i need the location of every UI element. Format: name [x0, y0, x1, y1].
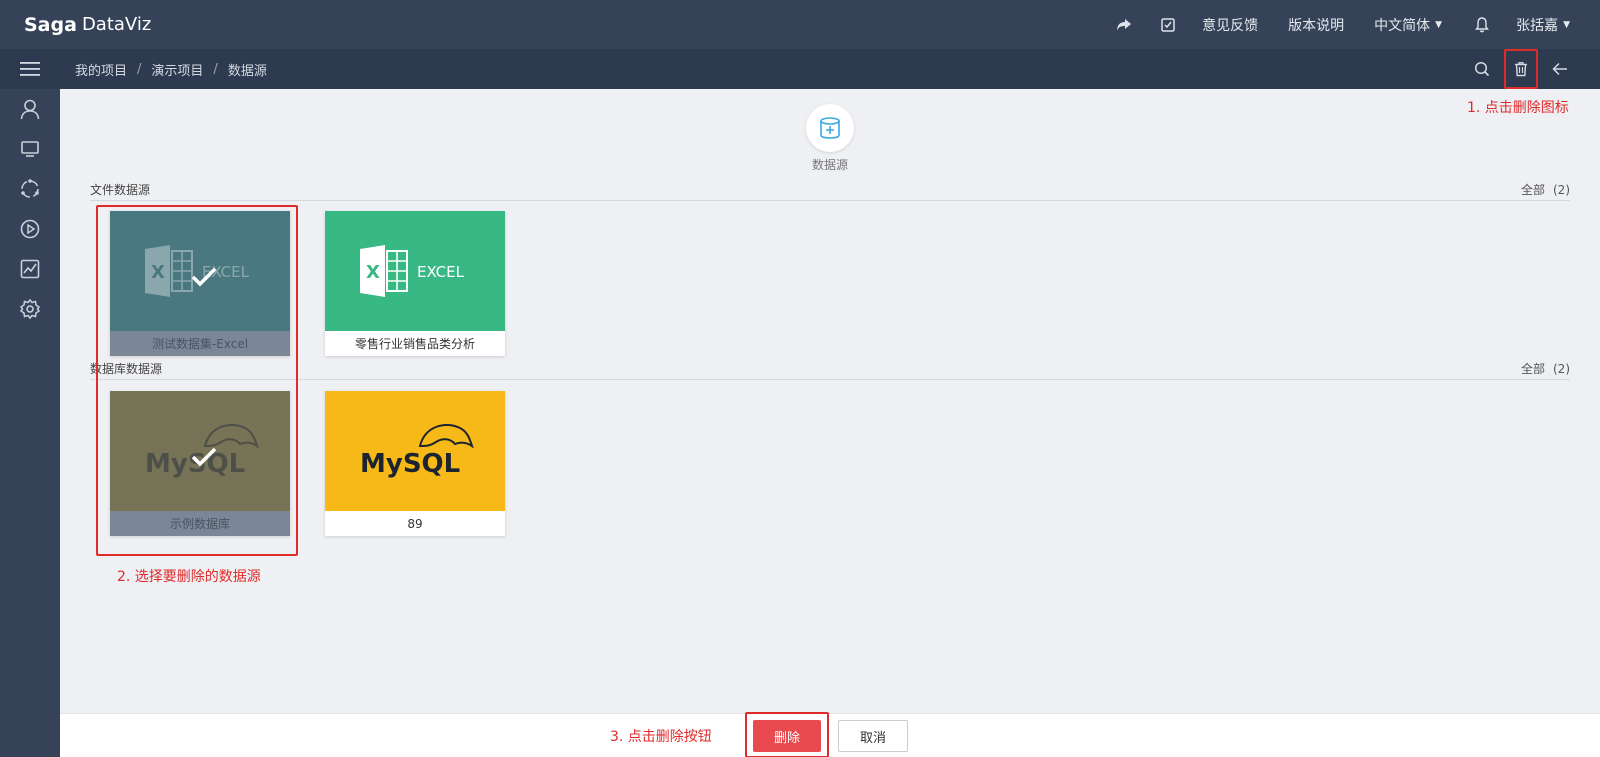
breadcrumb-item-datasource: 数据源: [227, 63, 267, 79]
top-bar: Saga DataViz 意见反馈 版本说明 中文简体 ▼ 张括嘉 ▼: [0, 0, 1600, 49]
user-menu[interactable]: 张括嘉 ▼: [1516, 15, 1570, 35]
mysql-logo-icon: MySQL: [360, 424, 474, 479]
sub-bar: 我的项目 / 演示项目 / 数据源: [0, 49, 1600, 89]
hamburger-icon: [20, 62, 40, 76]
card-thumbnail: MySQL: [325, 391, 505, 511]
excel-logo-text: EXCEL: [417, 263, 465, 281]
language-label: 中文简体: [1374, 17, 1431, 34]
selection-highlight-box: [96, 205, 298, 556]
search-icon[interactable]: [1466, 53, 1498, 85]
main-content: 1. 点击删除图标 数据源 文件数据源 全部 (2) X EXCEL 测试数据集-…: [60, 89, 1600, 713]
monitor-icon: [21, 141, 39, 157]
sidebar-item-screen[interactable]: [0, 129, 60, 169]
caret-down-icon: ▼: [1563, 19, 1570, 30]
breadcrumb-item-demo[interactable]: 演示项目: [151, 60, 203, 79]
datasource-card-mysql-89[interactable]: MySQL 89: [325, 391, 505, 536]
section-title-file: 文件数据源: [90, 183, 151, 197]
release-notes-link[interactable]: 版本说明: [1288, 15, 1344, 35]
app-logo[interactable]: Saga DataViz: [24, 14, 151, 36]
breadcrumb-separator: /: [213, 61, 218, 77]
annotation-step1: 1. 点击删除图标: [1467, 100, 1569, 116]
breadcrumb-item-projects[interactable]: 我的项目: [75, 60, 127, 79]
card-name: 89: [407, 516, 423, 531]
mysql-logo-text: MySQL: [360, 449, 460, 479]
feedback-link[interactable]: 意见反馈: [1202, 15, 1258, 35]
sidebar: [0, 89, 60, 757]
sidebar-item-user[interactable]: [0, 89, 60, 129]
excel-logo-icon: X EXCEL: [360, 245, 465, 297]
sidebar-item-play[interactable]: [0, 209, 60, 249]
card-name: 零售行业销售品类分析: [354, 337, 475, 351]
menu-toggle-button[interactable]: [0, 49, 60, 89]
svg-text:X: X: [366, 262, 380, 283]
section-header-db: 数据库数据源 全部 (2): [90, 362, 1570, 380]
cancel-button[interactable]: 取消: [838, 720, 908, 752]
section-all-file[interactable]: 全部 (2): [1521, 181, 1570, 198]
back-arrow-icon[interactable]: [1544, 53, 1576, 85]
sidebar-item-settings[interactable]: [0, 289, 60, 329]
sidebar-item-chart[interactable]: [0, 249, 60, 289]
play-icon: [20, 219, 40, 239]
annotation-step3: 3. 点击删除按钮: [610, 729, 712, 745]
add-datasource-button[interactable]: [806, 104, 854, 152]
cycle-icon: [21, 179, 39, 198]
section-all-db[interactable]: 全部 (2): [1521, 360, 1570, 377]
add-datasource[interactable]: 数据源: [805, 104, 855, 173]
add-datasource-label: 数据源: [811, 158, 848, 172]
user-name: 张括嘉: [1516, 17, 1559, 34]
card-thumbnail: X EXCEL: [325, 211, 505, 331]
edit-check-icon[interactable]: [1158, 15, 1178, 35]
breadcrumb: 我的项目 / 演示项目 / 数据源: [75, 60, 267, 79]
section-header-file: 文件数据源 全部 (2): [90, 183, 1570, 201]
caret-down-icon: ▼: [1435, 19, 1443, 30]
sidebar-item-cycle[interactable]: [0, 169, 60, 209]
delete-button[interactable]: 删除: [753, 720, 821, 752]
gear-icon: [19, 298, 41, 320]
line-chart-icon: [20, 259, 40, 279]
share-icon[interactable]: [1114, 15, 1134, 35]
bell-icon[interactable]: [1472, 15, 1492, 35]
trash-icon: [1515, 62, 1527, 77]
annotation-step2: 2. 选择要删除的数据源: [117, 569, 261, 585]
database-add-icon: [820, 117, 840, 139]
breadcrumb-separator: /: [137, 61, 142, 77]
datasource-card-excel-retail[interactable]: X EXCEL 零售行业销售品类分析: [325, 211, 505, 356]
logo-product: DataViz: [81, 14, 152, 35]
language-select[interactable]: 中文简体 ▼: [1374, 15, 1442, 35]
delete-icon[interactable]: [1504, 49, 1538, 89]
user-icon: [20, 99, 40, 120]
footer-bar: 3. 点击删除按钮 删除 取消: [60, 712, 1600, 757]
logo-brand: Saga: [24, 13, 77, 36]
